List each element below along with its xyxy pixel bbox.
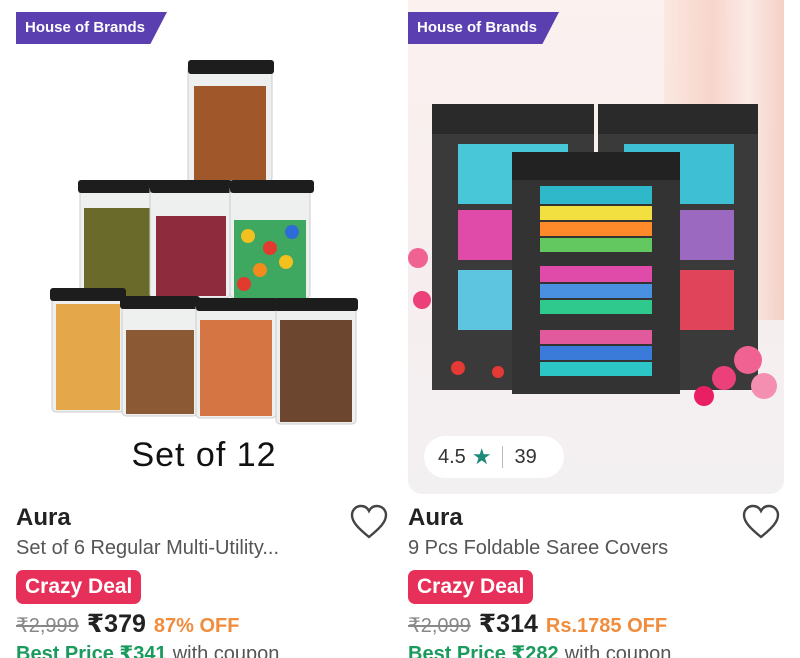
brand-name: Aura xyxy=(408,504,463,531)
best-price: Best Price ₹341 xyxy=(16,643,167,658)
mrp-price: ₹2,099 xyxy=(408,615,471,637)
product-title[interactable]: 9 Pcs Foldable Saree Covers xyxy=(408,537,728,560)
crazy-deal-badge: Crazy Deal xyxy=(16,570,142,604)
rating-value: 4.5 xyxy=(438,445,466,468)
rating-count: 39 xyxy=(514,445,537,468)
brand-name: Aura xyxy=(16,504,71,531)
best-price-row: Best Price ₹282 with coupon xyxy=(408,641,671,658)
coupon-text: with coupon xyxy=(564,643,672,658)
product-title[interactable]: Set of 6 Regular Multi-Utility... xyxy=(16,537,336,560)
selling-price: ₹314 xyxy=(478,610,538,638)
crazy-deal-badge: Crazy Deal xyxy=(408,570,534,604)
heart-outline-icon[interactable] xyxy=(350,504,388,540)
best-price-row: Best Price ₹341 with coupon xyxy=(16,641,279,658)
discount-text: Rs.1785 OFF xyxy=(545,615,668,637)
rating-pill: 4.5 ★ 39 xyxy=(424,436,564,478)
product-image[interactable]: Set of 12 xyxy=(16,0,392,494)
product-card[interactable]: 4.5 ★ 39 House of Brands Aura 9 Pcs Fold… xyxy=(408,0,784,658)
house-of-brands-badge: House of Brands xyxy=(408,12,560,44)
discount-text: 87% OFF xyxy=(153,615,240,637)
heart-outline-icon[interactable] xyxy=(742,504,780,540)
coupon-text: with coupon xyxy=(172,643,280,658)
price-row: ₹2,099 ₹314 Rs.1785 OFF xyxy=(408,609,667,639)
product-image[interactable]: 4.5 ★ 39 xyxy=(408,0,784,494)
image-caption: Set of 12 xyxy=(131,436,277,474)
containers-illustration xyxy=(50,60,358,425)
rating-divider xyxy=(501,446,503,468)
star-icon: ★ xyxy=(471,444,492,469)
saree-covers-illustration xyxy=(408,104,777,406)
house-of-brands-badge: House of Brands xyxy=(16,12,168,44)
product-card[interactable]: Set of 12 House of Brands Aura Set of 6 … xyxy=(16,0,392,658)
selling-price: ₹379 xyxy=(86,610,146,638)
mrp-price: ₹2,999 xyxy=(16,615,79,637)
price-row: ₹2,999 ₹379 87% OFF xyxy=(16,609,239,639)
best-price: Best Price ₹282 xyxy=(408,643,559,658)
